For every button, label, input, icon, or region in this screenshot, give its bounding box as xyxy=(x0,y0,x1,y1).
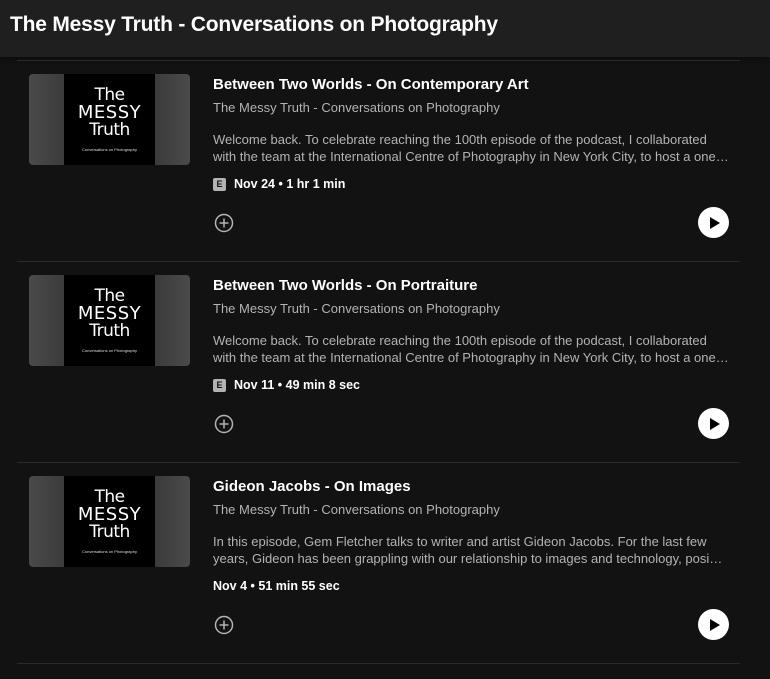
cover-subtitle: Conversations on Photography xyxy=(82,549,137,554)
explicit-badge: E xyxy=(213,378,226,392)
description-line: with the team at the International Centr… xyxy=(213,149,729,164)
episode-thumbnail[interactable]: The MESSY Truth Conversations on Photogr… xyxy=(29,476,190,567)
add-to-library-button[interactable] xyxy=(214,414,234,434)
add-circle-icon xyxy=(214,615,234,635)
play-icon xyxy=(709,216,720,229)
episode-meta: E Nov 11 • 49 min 8 sec xyxy=(213,378,360,392)
episode-thumbnail[interactable]: The MESSY Truth Conversations on Photogr… xyxy=(29,74,190,165)
description-line: Welcome back. To celebrate reaching the … xyxy=(213,333,707,348)
episode-meta: E Nov 24 • 1 hr 1 min xyxy=(213,177,345,191)
add-to-library-button[interactable] xyxy=(214,213,234,233)
cover-subtitle: Conversations on Photography xyxy=(82,348,137,353)
episode-title[interactable]: Between Two Worlds - On Contemporary Art xyxy=(213,76,529,93)
play-icon xyxy=(709,618,720,631)
play-button[interactable] xyxy=(698,609,729,640)
play-icon xyxy=(709,417,720,430)
episode-thumbnail[interactable]: The MESSY Truth Conversations on Photogr… xyxy=(29,275,190,366)
cover-art: The MESSY Truth Conversations on Photogr… xyxy=(64,275,155,366)
explicit-badge: E xyxy=(213,177,226,191)
show-name[interactable]: The Messy Truth - Conversations on Photo… xyxy=(213,301,500,316)
description-line: with the team at the International Centr… xyxy=(213,350,729,365)
episode-row[interactable]: The MESSY Truth Conversations on Photogr… xyxy=(0,459,770,660)
cover-text: Truth xyxy=(89,321,130,341)
play-button[interactable] xyxy=(698,408,729,439)
divider xyxy=(17,663,740,664)
episode-row[interactable]: The MESSY Truth Conversations on Photogr… xyxy=(0,258,770,459)
episode-date-duration: Nov 24 • 1 hr 1 min xyxy=(234,177,346,191)
description-line: years, Gideon has been grappling with ou… xyxy=(213,551,723,566)
cover-art: The MESSY Truth Conversations on Photogr… xyxy=(64,74,155,165)
episode-date-duration: Nov 4 • 51 min 55 sec xyxy=(213,579,340,593)
episode-description: In this episode, Gem Fletcher talks to w… xyxy=(213,533,733,567)
add-circle-icon xyxy=(214,213,234,233)
episode-title[interactable]: Gideon Jacobs - On Images xyxy=(213,478,411,495)
description-line: In this episode, Gem Fletcher talks to w… xyxy=(213,534,707,549)
episode-description: Welcome back. To celebrate reaching the … xyxy=(213,131,733,165)
episode-description: Welcome back. To celebrate reaching the … xyxy=(213,332,733,366)
episode-date-duration: Nov 11 • 49 min 8 sec xyxy=(234,378,360,392)
description-line: Welcome back. To celebrate reaching the … xyxy=(213,132,707,147)
cover-art: The MESSY Truth Conversations on Photogr… xyxy=(64,476,155,567)
show-name[interactable]: The Messy Truth - Conversations on Photo… xyxy=(213,502,500,517)
cover-subtitle: Conversations on Photography xyxy=(82,147,137,152)
add-to-library-button[interactable] xyxy=(214,615,234,635)
show-name[interactable]: The Messy Truth - Conversations on Photo… xyxy=(213,100,500,115)
page-title: The Messy Truth - Conversations on Photo… xyxy=(10,13,498,36)
page-header: The Messy Truth - Conversations on Photo… xyxy=(0,0,770,57)
add-circle-icon xyxy=(214,414,234,434)
cover-text: Truth xyxy=(89,522,130,542)
episode-title[interactable]: Between Two Worlds - On Portraiture xyxy=(213,277,477,294)
play-button[interactable] xyxy=(698,207,729,238)
episode-meta: Nov 4 • 51 min 55 sec xyxy=(213,579,340,593)
cover-text: Truth xyxy=(89,120,130,140)
episode-row[interactable]: The MESSY Truth Conversations on Photogr… xyxy=(0,57,770,258)
